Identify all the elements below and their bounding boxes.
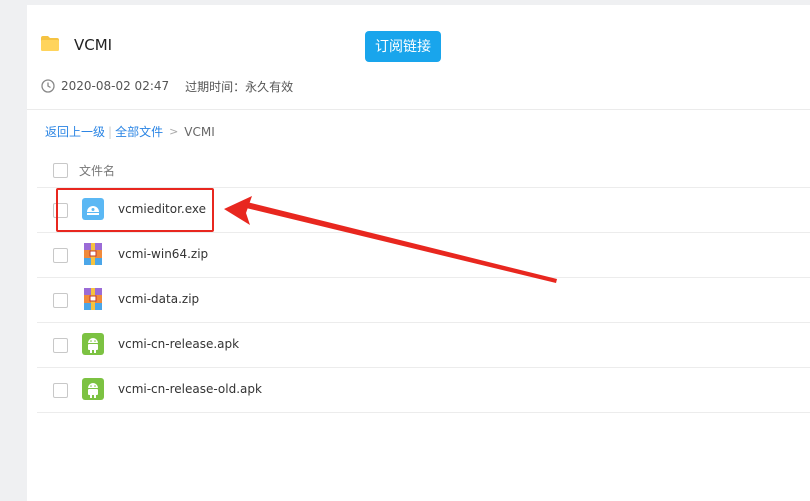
folder-meta: 2020-08-02 02:47 过期时间：永久有效: [41, 78, 293, 94]
row-checkbox[interactable]: [53, 383, 68, 398]
row-checkbox[interactable]: [53, 338, 68, 353]
breadcrumb-separator: |: [108, 124, 113, 139]
subscribe-link-button[interactable]: 订阅链接: [365, 31, 441, 62]
file-name[interactable]: vcmi-cn-release-old.apk: [118, 382, 262, 396]
zip-icon: [84, 243, 102, 265]
column-filename: 文件名: [79, 164, 116, 178]
breadcrumb: 返回上一级 | 全部文件 > VCMI: [45, 123, 215, 140]
apk-icon: [82, 378, 104, 400]
breadcrumb-chevron: >: [169, 125, 179, 138]
folder-title: VCMI: [74, 36, 113, 54]
annotation-highlight-box: [56, 188, 214, 232]
row-checkbox[interactable]: [53, 248, 68, 263]
file-table-header: 文件名: [37, 155, 810, 188]
share-date: 2020-08-02 02:47: [61, 79, 170, 93]
divider: [27, 109, 810, 110]
select-all-checkbox[interactable]: [53, 163, 68, 178]
file-name[interactable]: vcmi-cn-release.apk: [118, 337, 239, 351]
row-checkbox[interactable]: [53, 293, 68, 308]
zip-icon: [84, 288, 102, 310]
clock-icon: [41, 79, 55, 93]
file-name[interactable]: vcmi-win64.zip: [118, 247, 208, 261]
breadcrumb-current: VCMI: [184, 124, 215, 139]
apk-icon: [82, 333, 104, 355]
file-name[interactable]: vcmi-data.zip: [118, 292, 199, 306]
back-link[interactable]: 返回上一级: [45, 123, 105, 140]
table-row[interactable]: vcmi-data.zip: [37, 278, 810, 323]
table-row[interactable]: vcmi-win64.zip: [37, 233, 810, 278]
table-row[interactable]: vcmi-cn-release-old.apk: [37, 368, 810, 413]
table-row[interactable]: vcmi-cn-release.apk: [37, 323, 810, 368]
folder-icon: [41, 36, 59, 51]
expire-time: 过期时间：永久有效: [185, 79, 294, 94]
all-files-link[interactable]: 全部文件: [115, 123, 163, 140]
